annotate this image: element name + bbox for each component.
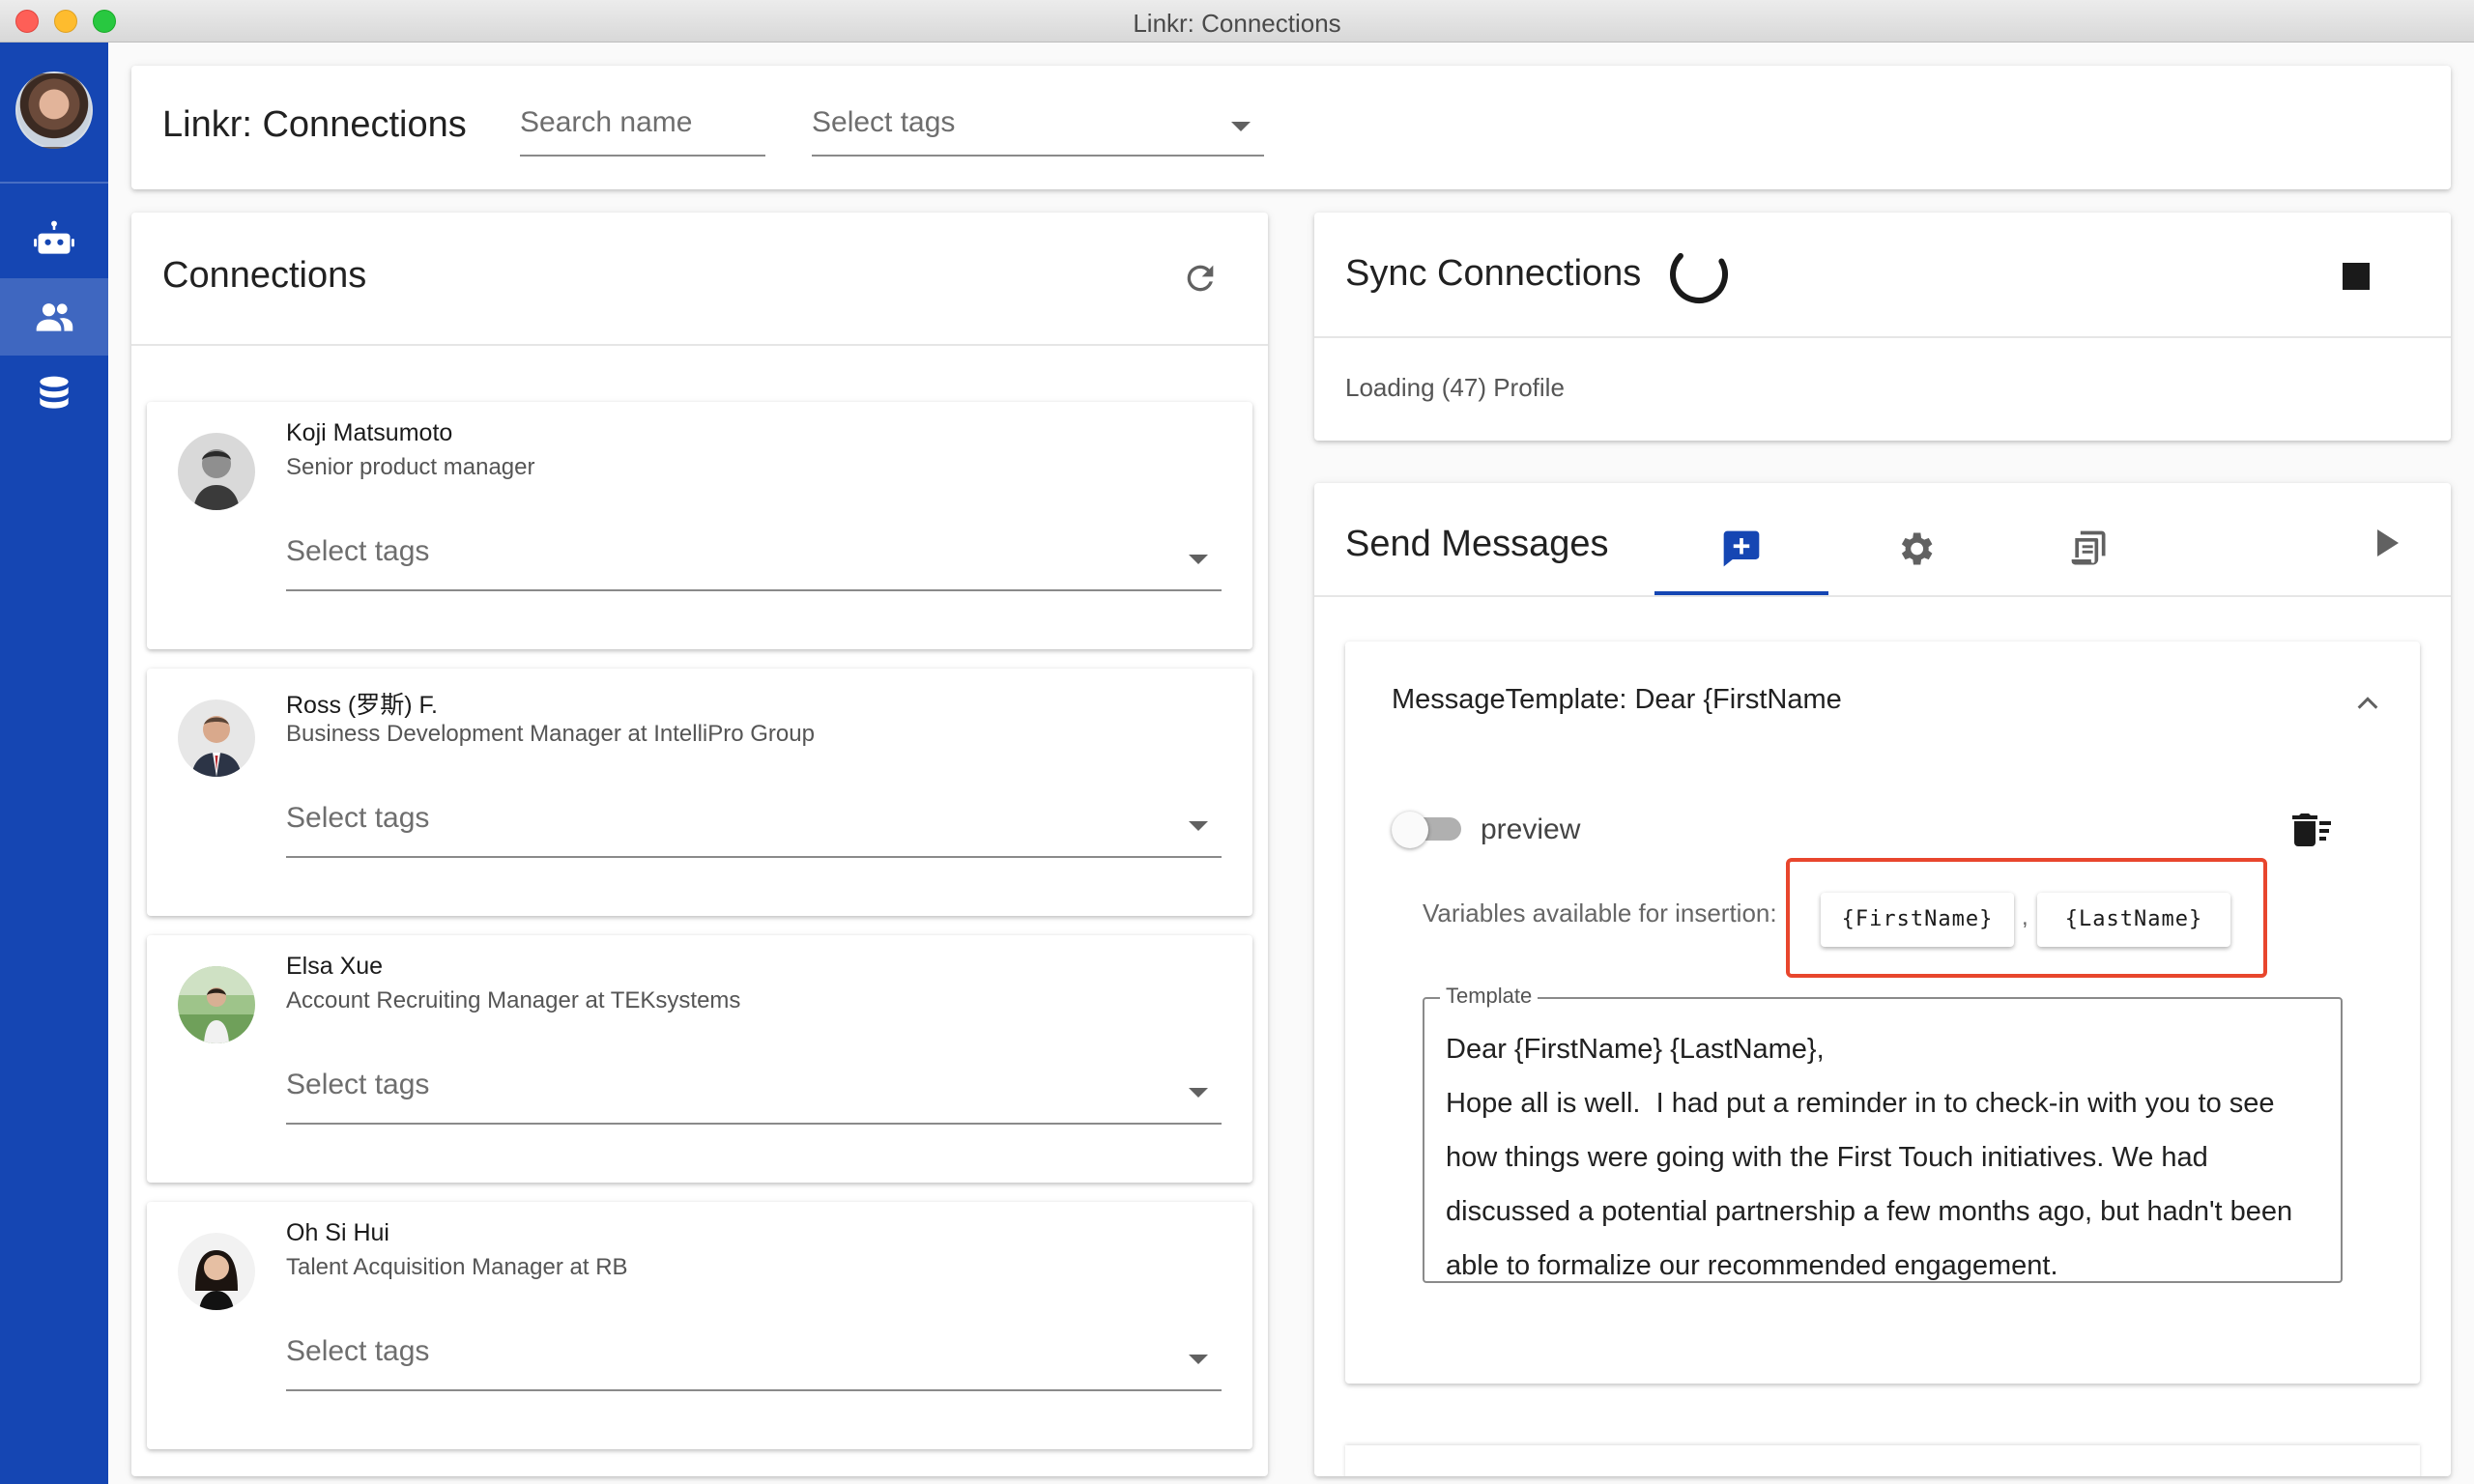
avatar	[178, 966, 255, 1043]
panel-divider	[1314, 595, 2451, 597]
next-template-panel-edge	[1345, 1445, 2420, 1476]
refresh-button[interactable]	[1173, 251, 1227, 305]
preview-toggle[interactable]	[1392, 812, 1465, 848]
sidebar-divider	[0, 182, 108, 184]
connection-card: Elsa Xue Account Recruiting Manager at T…	[147, 935, 1252, 1183]
user-avatar[interactable]	[15, 71, 93, 149]
message-template-panel: MessageTemplate: Dear {FirstName preview	[1345, 642, 2420, 1384]
sync-title: Sync Connections	[1345, 253, 1642, 294]
connection-tag-select[interactable]: Select tags	[286, 1333, 1222, 1391]
connection-tag-select[interactable]: Select tags	[286, 533, 1222, 591]
tag-select-placeholder: Select tags	[286, 535, 430, 567]
page-title: Linkr: Connections	[162, 104, 467, 145]
header-bar: Linkr: Connections Search name Select ta…	[131, 66, 2451, 189]
delete-template-button[interactable]	[2288, 808, 2335, 854]
template-legend: Template	[1440, 984, 1539, 1009]
tab-new-message[interactable]	[1654, 502, 1828, 595]
log-icon	[2071, 530, 2106, 565]
avatar	[178, 433, 255, 510]
window-title: Linkr: Connections	[1133, 9, 1341, 38]
template-text: Dear {FirstName} {LastName}, Hope all is…	[1446, 1034, 2293, 1281]
sync-status-text: Loading (47) Profile	[1345, 373, 1565, 402]
search-input[interactable]: Search name	[520, 102, 765, 157]
sidebar-item-connections[interactable]	[0, 278, 108, 356]
tab-log[interactable]	[2002, 502, 2176, 595]
robot-icon	[34, 220, 74, 254]
tag-select-placeholder: Select tags	[286, 802, 430, 834]
chevron-down-icon	[1231, 122, 1251, 131]
chevron-down-icon	[1189, 821, 1208, 831]
connection-headline: Business Development Manager at IntelliP…	[286, 721, 815, 747]
tab-settings[interactable]	[1828, 502, 2002, 595]
tag-filter-placeholder: Select tags	[812, 106, 956, 138]
connection-name[interactable]: Ross (罗斯) F.	[286, 686, 438, 721]
connection-card: Koji Matsumoto Senior product manager Se…	[147, 402, 1252, 649]
chevron-down-icon	[1189, 1088, 1208, 1098]
delete-sweep-icon	[2292, 813, 2331, 846]
connection-tag-select[interactable]: Select tags	[286, 800, 1222, 858]
variables-label: Variables available for insertion:	[1423, 899, 1777, 928]
connection-card: Oh Si Hui Talent Acquisition Manager at …	[147, 1202, 1252, 1449]
chevron-down-icon	[1189, 1355, 1208, 1364]
template-textarea[interactable]: Template Dear {FirstName} {LastName}, Ho…	[1423, 984, 2343, 1283]
search-placeholder: Search name	[520, 106, 693, 138]
tag-filter-select[interactable]: Select tags	[812, 102, 1264, 157]
send-messages-panel: Send Messages MessageTemplate: Dear {Fir…	[1314, 483, 2451, 1476]
connection-name[interactable]: Elsa Xue	[286, 953, 383, 981]
connection-tag-select[interactable]: Select tags	[286, 1067, 1222, 1125]
sidebar-item-database[interactable]	[0, 356, 108, 433]
connections-panel: Connections Koji Matsumoto Senior produc…	[131, 213, 1268, 1476]
connections-title: Connections	[162, 255, 367, 296]
connection-headline: Senior product manager	[286, 454, 535, 480]
panel-divider	[131, 344, 1268, 346]
send-messages-title: Send Messages	[1345, 524, 1609, 564]
app-body: Linkr: Connections Search name Select ta…	[0, 43, 2474, 1484]
avatar	[178, 1233, 255, 1310]
stop-sync-button[interactable]	[2343, 263, 2370, 290]
tag-select-placeholder: Select tags	[286, 1335, 430, 1367]
database-icon	[40, 376, 69, 409]
chevron-down-icon	[1189, 555, 1208, 564]
connection-name[interactable]: Oh Si Hui	[286, 1219, 389, 1247]
refresh-icon	[1187, 265, 1214, 292]
annotation-highlight-box	[1786, 858, 2267, 978]
people-icon	[36, 303, 73, 331]
template-header[interactable]: MessageTemplate: Dear {FirstName	[1392, 684, 1842, 716]
connection-headline: Account Recruiting Manager at TEKsystems	[286, 987, 741, 1013]
sidebar	[0, 43, 108, 1484]
connection-card: Ross (罗斯) F. Business Development Manage…	[147, 669, 1252, 916]
avatar	[178, 699, 255, 777]
tag-select-placeholder: Select tags	[286, 1069, 430, 1100]
new-message-icon	[1723, 530, 1760, 567]
panel-divider	[1314, 336, 2451, 338]
settings-icon	[1901, 532, 1933, 565]
preview-label: preview	[1481, 813, 1581, 845]
collapse-button[interactable]	[2354, 690, 2378, 713]
play-icon[interactable]	[2377, 529, 2399, 556]
loading-spinner-icon	[1670, 245, 1728, 303]
connection-headline: Talent Acquisition Manager at RB	[286, 1254, 628, 1280]
window-titlebar: Linkr: Connections	[0, 0, 2474, 43]
sync-connections-panel: Sync Connections Loading (47) Profile	[1314, 213, 2451, 441]
connection-name[interactable]: Koji Matsumoto	[286, 419, 452, 447]
toggle-thumb	[1392, 812, 1428, 848]
sidebar-item-bot[interactable]	[0, 201, 108, 278]
chevron-up-icon	[2357, 697, 2378, 709]
